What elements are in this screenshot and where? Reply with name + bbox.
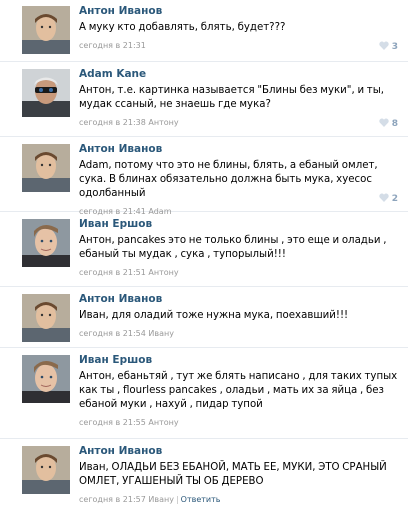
- comment-meta: сегодня в 21:51 Антону: [79, 268, 400, 278]
- author-link[interactable]: Антон Иванов: [79, 293, 400, 306]
- comment-text: Adam, потому что это не блины, блять, а …: [79, 160, 378, 199]
- like-count: 3: [391, 42, 398, 52]
- comment-text: А муку кто добавлять, блять, будет???: [79, 22, 286, 33]
- comment-body: Adam Kane Антон, т.е. картинка называетс…: [79, 68, 400, 128]
- comment-item: Иван Ершов Антон, ебаньтяй , тут же блят…: [0, 349, 408, 439]
- timestamp[interactable]: сегодня в 21:38 Антону: [79, 118, 179, 127]
- comment-body: Антон Иванов А муку кто добавлять, блять…: [79, 5, 400, 51]
- comment-item: Иван Ершов Антон, pancakes это не только…: [0, 213, 408, 287]
- like-count: 8: [391, 119, 398, 129]
- comment-item: Adam Kane Антон, т.е. картинка называетс…: [0, 63, 408, 137]
- comment-item: Антон Иванов Adam, потому что это не бли…: [0, 138, 408, 216]
- author-link[interactable]: Антон Иванов: [79, 143, 400, 156]
- comment-item: Антон Иванов Иван, для оладий тоже нужна…: [0, 288, 408, 348]
- comment-meta: сегодня в 21:57 Ивану | Ответить: [79, 495, 400, 505]
- author-link[interactable]: Антон Иванов: [79, 445, 400, 458]
- like-count: 2: [391, 194, 398, 204]
- reply-link[interactable]: Ответить: [181, 495, 221, 504]
- meta-separator: |: [175, 495, 179, 504]
- timestamp[interactable]: сегодня в 21:57 Ивану: [79, 495, 174, 504]
- comment-body: Антон Иванов Иван, ОЛАДЬИ БЕЗ ЕБАНОЙ, МА…: [79, 445, 400, 505]
- timestamp[interactable]: сегодня в 21:51 Антону: [79, 268, 179, 277]
- avatar[interactable]: [22, 144, 70, 192]
- avatar[interactable]: [22, 355, 70, 403]
- comment-meta: сегодня в 21:54 Ивану: [79, 329, 400, 339]
- avatar[interactable]: [22, 446, 70, 494]
- comment-text: Иван, ОЛАДЬИ БЕЗ ЕБАНОЙ, МАТЬ ЕЕ, МУКИ, …: [79, 462, 387, 487]
- comment-text: Иван, для оладий тоже нужна мука, поехав…: [79, 310, 349, 321]
- comment-meta: сегодня в 21:31: [79, 41, 400, 51]
- comment-text: Антон, pancakes это не только блины , эт…: [79, 235, 387, 260]
- heart-icon: [379, 193, 389, 202]
- author-link[interactable]: Антон Иванов: [79, 5, 400, 18]
- comment-item: Антон Иванов А муку кто добавлять, блять…: [0, 0, 408, 62]
- timestamp[interactable]: сегодня в 21:31: [79, 41, 146, 50]
- avatar[interactable]: [22, 69, 70, 117]
- author-link[interactable]: Иван Ершов: [79, 354, 400, 367]
- like-button[interactable]: 8: [379, 118, 398, 129]
- avatar[interactable]: [22, 219, 70, 267]
- like-button[interactable]: 3: [379, 41, 398, 52]
- timestamp[interactable]: сегодня в 21:55 Антону: [79, 418, 179, 427]
- comment-body: Иван Ершов Антон, ебаньтяй , тут же блят…: [79, 354, 400, 428]
- comments-feed: Антон Иванов А муку кто добавлять, блять…: [0, 0, 408, 523]
- comment-meta: сегодня в 21:55 Антону: [79, 418, 400, 428]
- comment-body: Иван Ершов Антон, pancakes это не только…: [79, 218, 400, 278]
- comment-item: Антон Иванов Иван, ОЛАДЬИ БЕЗ ЕБАНОЙ, МА…: [0, 440, 408, 523]
- comment-body: Антон Иванов Adam, потому что это не бли…: [79, 143, 400, 217]
- author-link[interactable]: Adam Kane: [79, 68, 400, 81]
- avatar[interactable]: [22, 294, 70, 342]
- avatar[interactable]: [22, 6, 70, 54]
- heart-icon: [379, 118, 389, 127]
- like-button[interactable]: 2: [379, 193, 398, 204]
- comment-body: Антон Иванов Иван, для оладий тоже нужна…: [79, 293, 400, 339]
- comment-text: Антон, т.е. картинка называется "Блины б…: [79, 85, 385, 110]
- comment-meta: сегодня в 21:38 Антону: [79, 118, 400, 128]
- timestamp[interactable]: сегодня в 21:54 Ивану: [79, 329, 174, 338]
- comment-text: Антон, ебаньтяй , тут же блять написано …: [79, 371, 398, 410]
- heart-icon: [379, 41, 389, 50]
- author-link[interactable]: Иван Ершов: [79, 218, 400, 231]
